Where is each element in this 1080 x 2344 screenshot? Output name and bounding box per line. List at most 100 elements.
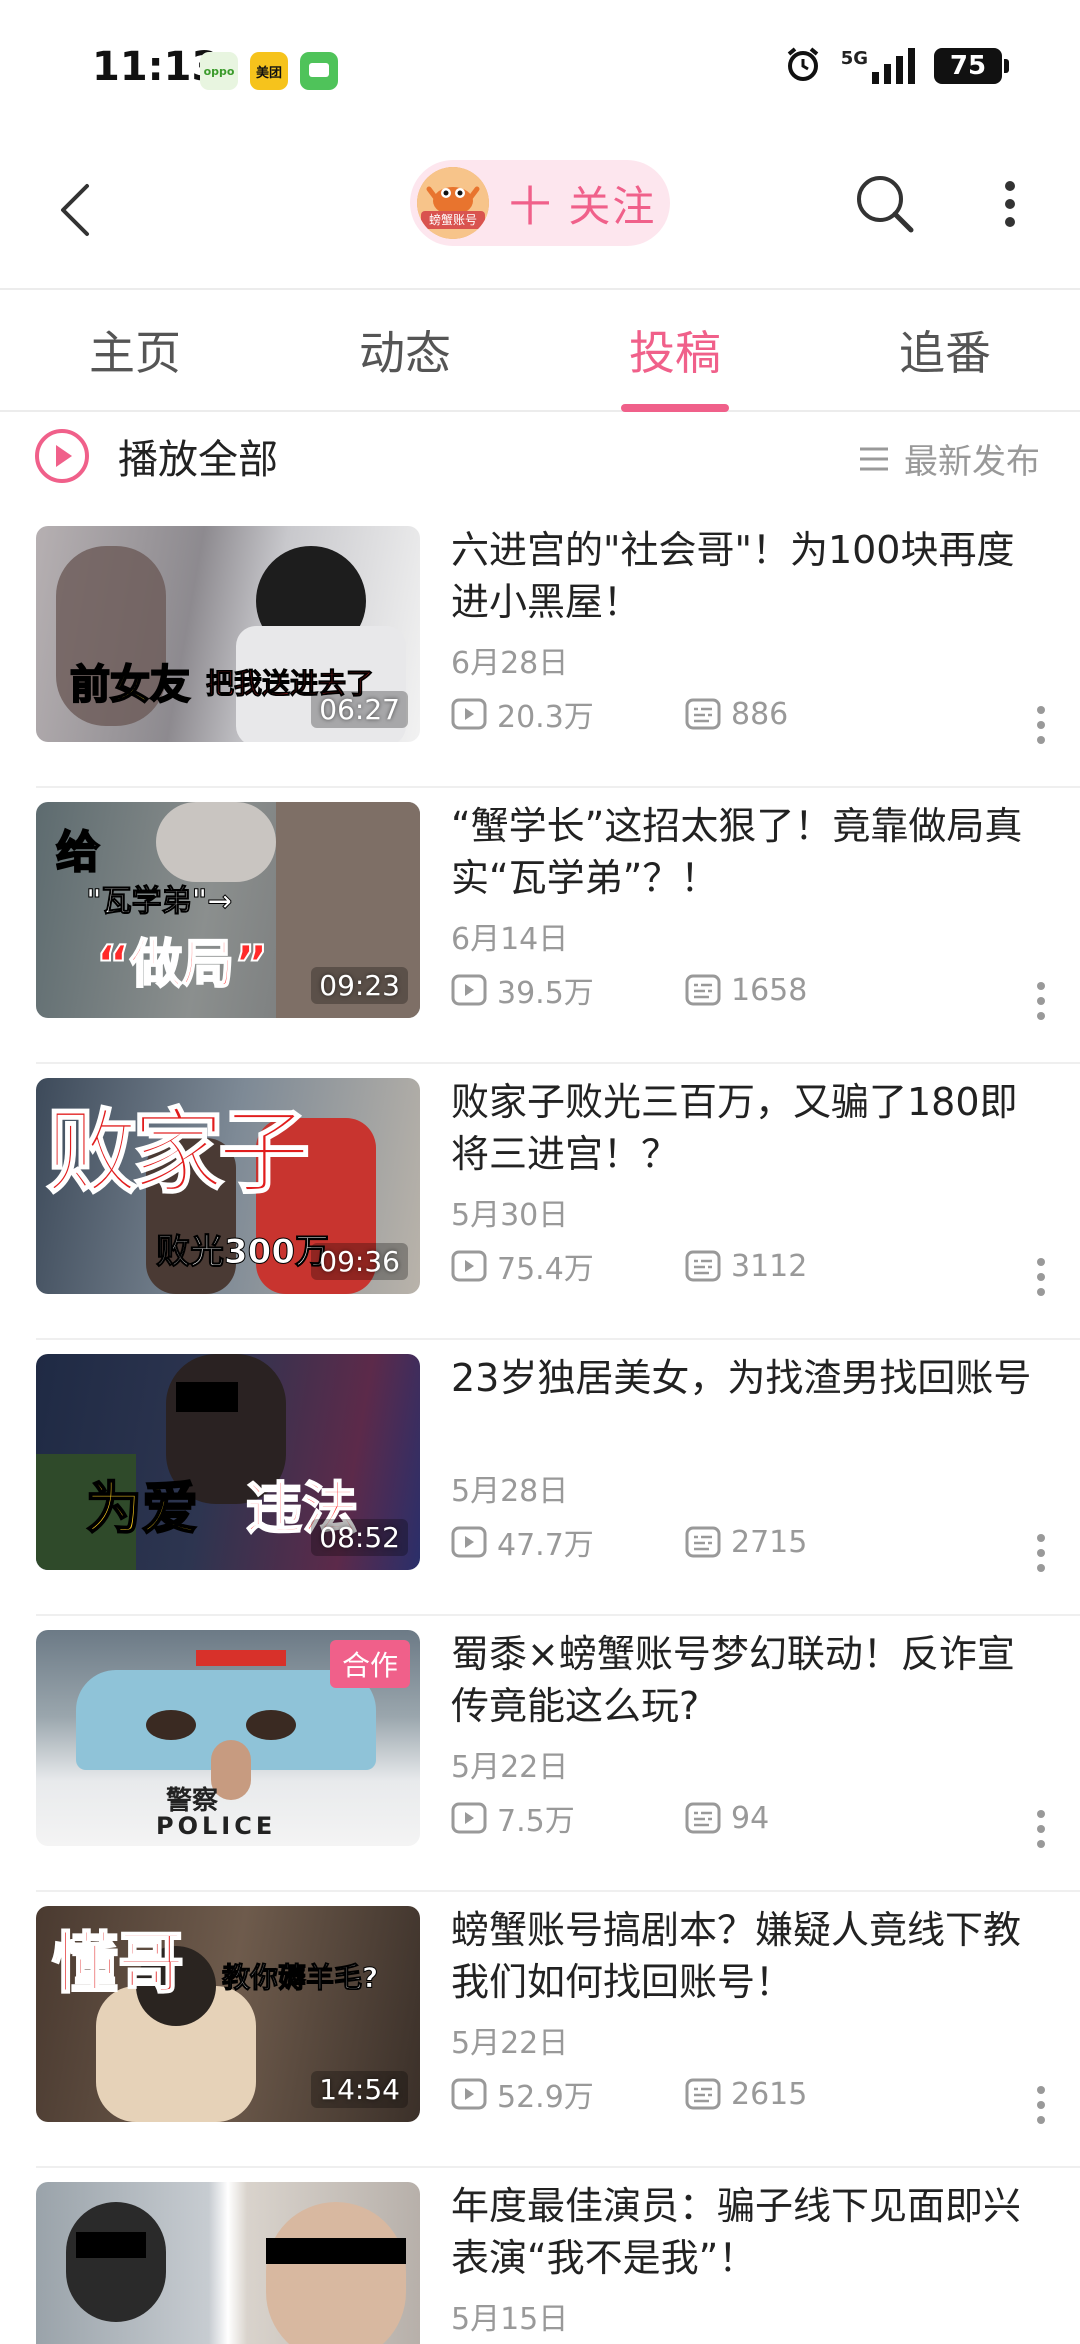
danmaku-icon <box>685 974 721 1006</box>
play-count-icon <box>451 698 487 730</box>
thumbnail-caption: 给 <box>55 826 101 879</box>
thumbnail-caption-secondary: 败光300万 <box>156 1232 330 1273</box>
list-item[interactable]: 年度最佳演员：骗子线下见面即兴表演“我不是我”！ 5月15日 <box>36 2168 1080 2344</box>
danmaku-icon <box>685 1250 721 1282</box>
video-date: 5月22日 <box>451 2026 569 2061</box>
video-title[interactable]: “蟹学长”这招太狠了！竟靠做局真实“瓦学弟”？！ <box>451 800 1051 904</box>
view-count-value: 7.5万 <box>497 1804 575 1839</box>
video-thumbnail[interactable] <box>36 2182 420 2344</box>
back-button[interactable] <box>40 170 110 250</box>
signal-5g-icon: 5G <box>841 48 916 84</box>
list-item[interactable]: 懂哥 教你薅羊毛? 14:54 螃蟹账号搞剧本？嫌疑人竟线下教我们如何找回账号！… <box>36 1892 1080 2168</box>
view-count: 75.4万 <box>451 1244 685 1288</box>
alarm-icon <box>783 44 823 88</box>
danmaku-icon <box>685 2078 721 2110</box>
view-count-value: 39.5万 <box>497 976 594 1011</box>
view-count: 20.3万 <box>451 692 685 736</box>
item-more-button[interactable] <box>1026 976 1056 1026</box>
video-date: 5月22日 <box>451 1750 569 1785</box>
tab-dynamics[interactable]: 动态 <box>270 290 540 410</box>
oppo-app-icon: oppo <box>200 52 238 90</box>
video-stats: 7.5万 94 <box>451 1796 1051 1840</box>
video-stats: 75.4万 3112 <box>451 1244 1051 1288</box>
video-date: 5月15日 <box>451 2302 569 2337</box>
list-item[interactable]: 合作 警察 POLICE 蜀黍×螃蟹账号梦幻联动！反诈宣传竟能这么玩? 5月22… <box>36 1616 1080 1892</box>
item-more-button[interactable] <box>1026 2080 1056 2130</box>
thumbnail-caption: 懂哥 <box>51 1924 185 2003</box>
search-button[interactable] <box>845 164 925 244</box>
sort-button[interactable]: 最新发布 <box>858 434 1040 483</box>
comment-count-value: 94 <box>731 1800 770 1836</box>
list-item[interactable]: 给 "瓦学弟"→ “做局” 09:23 “蟹学长”这招太狠了！竟靠做局真实“瓦学… <box>36 788 1080 1064</box>
battery-indicator: 75 <box>934 48 1009 84</box>
tab-home[interactable]: 主页 <box>0 290 270 410</box>
video-title[interactable]: 螃蟹账号搞剧本？嫌疑人竟线下教我们如何找回账号！ <box>451 1904 1051 2008</box>
view-count-value: 47.7万 <box>497 1528 594 1563</box>
video-title[interactable]: 蜀黍×螃蟹账号梦幻联动！反诈宣传竟能这么玩? <box>451 1628 1051 1732</box>
more-vertical-icon <box>1037 1810 1045 1848</box>
video-date: 5月30日 <box>451 1198 569 1233</box>
video-title[interactable]: 年度最佳演员：骗子线下见面即兴表演“我不是我”！ <box>451 2180 1051 2284</box>
video-duration: 09:23 <box>311 967 408 1004</box>
comment-count: 3112 <box>685 1249 807 1284</box>
video-thumbnail[interactable]: 为爱 违法 08:52 <box>36 1354 420 1570</box>
status-bar: 11:13 oppo 美团 5G 75 <box>0 0 1080 130</box>
video-title[interactable]: 23岁独居美女，为找渣男找回账号 <box>451 1352 1051 1456</box>
video-thumbnail[interactable]: 合作 警察 POLICE <box>36 1630 420 1846</box>
item-more-button[interactable] <box>1026 1528 1056 1578</box>
more-vertical-icon <box>1037 706 1045 744</box>
comment-count-value: 1658 <box>731 972 808 1008</box>
item-more-button[interactable] <box>1026 1804 1056 1854</box>
video-title[interactable]: 六进宫的"社会哥"！为100块再度进小黑屋！ <box>451 524 1051 628</box>
view-count: 7.5万 <box>451 1796 685 1840</box>
search-icon <box>857 176 914 233</box>
chevron-left-icon <box>61 184 89 236</box>
play-all-label: 播放全部 <box>118 437 278 483</box>
video-thumbnail[interactable]: 败家子 败光300万 09:36 <box>36 1078 420 1294</box>
video-info: 23岁独居美女，为找渣男找回账号 5月28日 47.7万 2715 <box>451 1352 1051 1564</box>
play-all-button[interactable]: 播放全部 <box>34 427 278 485</box>
tab-anime[interactable]: 追番 <box>810 290 1080 410</box>
video-stats: 20.3万 886 <box>451 692 1051 736</box>
more-options-button[interactable] <box>985 164 1035 244</box>
play-count-icon <box>451 1802 487 1834</box>
view-count-value: 52.9万 <box>497 2080 594 2115</box>
comment-count: 1658 <box>685 973 807 1008</box>
video-duration: 09:36 <box>311 1243 408 1280</box>
follow-button[interactable]: 螃蟹账号 十 关注 <box>410 160 670 246</box>
thumbnail-caption: 败家子 <box>45 1098 311 1207</box>
avatar[interactable]: 螃蟹账号 <box>417 167 489 239</box>
more-vertical-icon <box>1037 982 1045 1020</box>
follow-label: 十 关注 <box>509 181 657 231</box>
tab-uploads[interactable]: 投稿 <box>540 290 810 410</box>
item-more-button[interactable] <box>1026 700 1056 750</box>
video-date: 5月28日 <box>451 1474 569 1509</box>
view-count: 47.7万 <box>451 1520 685 1564</box>
network-type-label: 5G <box>840 48 868 69</box>
comment-count: 2615 <box>685 2077 807 2112</box>
video-thumbnail[interactable]: 前女友 把我送进去了 06:27 <box>36 526 420 742</box>
thumbnail-caption: 前女友 <box>69 661 191 709</box>
view-count-value: 75.4万 <box>497 1252 594 1287</box>
item-more-button[interactable] <box>1026 1252 1056 1302</box>
video-thumbnail[interactable]: 懂哥 教你薅羊毛? 14:54 <box>36 1906 420 2122</box>
more-vertical-icon <box>1005 181 1015 227</box>
video-duration: 06:27 <box>311 691 408 728</box>
video-thumbnail[interactable]: 给 "瓦学弟"→ “做局” 09:23 <box>36 802 420 1018</box>
video-stats: 39.5万 1658 <box>451 970 1051 1011</box>
comment-count-value: 2615 <box>731 2076 808 2112</box>
list-item[interactable]: 败家子 败光300万 09:36 败家子败光三百万，又骗了180即将三进宫！？ … <box>36 1064 1080 1340</box>
header: 螃蟹账号 十 关注 <box>0 130 1080 288</box>
redaction-bar <box>176 1382 238 1412</box>
video-title[interactable]: 败家子败光三百万，又骗了180即将三进宫！？ <box>451 1076 1051 1180</box>
video-info: 败家子败光三百万，又骗了180即将三进宫！？ 5月30日 75.4万 3112 <box>451 1076 1051 1288</box>
thumbnail-caption-secondary: "瓦学弟"→ <box>85 884 233 920</box>
play-circle-icon <box>35 429 89 483</box>
video-info: 蜀黍×螃蟹账号梦幻联动！反诈宣传竟能这么玩? 5月22日 7.5万 94 <box>451 1628 1051 1840</box>
list-item[interactable]: 前女友 把我送进去了 06:27 六进宫的"社会哥"！为100块再度进小黑屋！ … <box>36 512 1080 788</box>
list-sort-icon <box>860 447 888 470</box>
avatar-label: 螃蟹账号 <box>421 211 485 229</box>
video-date: 6月14日 <box>451 922 569 957</box>
comment-count: 886 <box>685 697 788 732</box>
list-item[interactable]: 为爱 违法 08:52 23岁独居美女，为找渣男找回账号 5月28日 47.7万… <box>36 1340 1080 1616</box>
